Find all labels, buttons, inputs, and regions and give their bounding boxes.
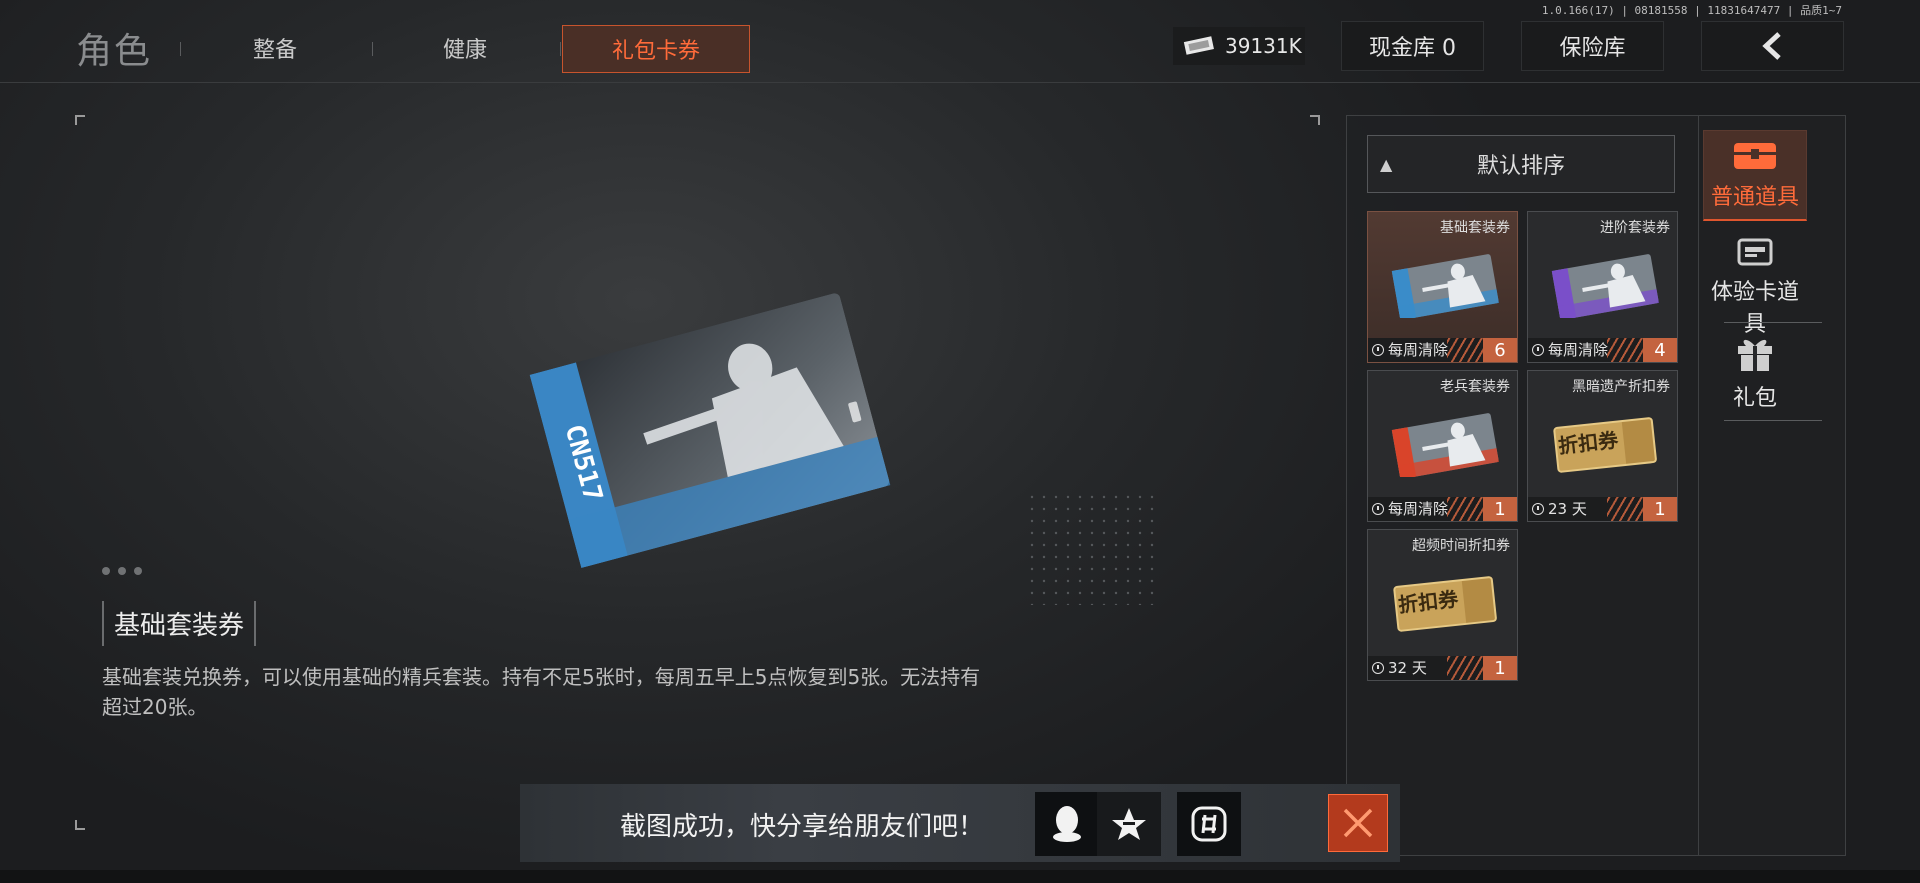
wechat-moments-icon <box>1191 806 1227 842</box>
slot-item-name: 老兵套装券 <box>1440 379 1510 395</box>
wechat-moments-share-button[interactable] <box>1177 792 1241 856</box>
category-trial-card-items[interactable]: 体验卡道具 <box>1703 232 1807 337</box>
slot-stripes <box>1607 338 1643 362</box>
back-button[interactable] <box>1701 21 1844 71</box>
currency-display: 39131K <box>1173 27 1305 65</box>
clock-icon <box>1532 502 1544 515</box>
clock-icon <box>1372 502 1384 515</box>
item-preview-card: CN517 <box>529 292 891 569</box>
slot-timer-text: 32 天 <box>1388 659 1427 677</box>
inventory-slot[interactable]: 超频时间折扣券 折扣券 32 天1 <box>1367 529 1518 681</box>
slot-stripes <box>1447 656 1483 680</box>
tab-divider <box>560 42 561 56</box>
slot-item-name: 黑暗遗产折扣券 <box>1572 379 1670 395</box>
category-gift-pack[interactable]: 礼包 <box>1703 328 1807 418</box>
slot-timer: 32 天 <box>1372 657 1427 678</box>
page-title: 角色 <box>76 31 153 72</box>
slot-timer: 每周清除 <box>1372 339 1448 360</box>
slot-stripes <box>1447 497 1483 521</box>
chest-icon <box>1734 143 1776 169</box>
slot-count-badge: 4 <box>1643 338 1677 362</box>
close-icon <box>1343 808 1373 838</box>
chevron-left-icon <box>1761 32 1781 60</box>
slot-item-name: 超频时间折扣券 <box>1412 538 1510 554</box>
qq-icon <box>1053 806 1081 842</box>
qzone-icon <box>1112 808 1146 840</box>
top-bar: 1.0.166(17) | 08181558 | 11831647477 | 品… <box>0 0 1920 83</box>
tab-equipment[interactable]: 整备 <box>253 32 297 64</box>
qq-share-button[interactable] <box>1035 792 1099 856</box>
screenshot-share-bar: 截图成功，快分享给朋友们吧！ <box>520 784 1400 862</box>
slot-count-badge: 1 <box>1643 497 1677 521</box>
frame-corner <box>75 820 85 830</box>
pagination-dots <box>102 567 142 575</box>
caret-up-icon: ▲ <box>1380 155 1393 174</box>
inventory-slot[interactable]: 基础套装券每周清除 6 <box>1367 211 1518 363</box>
version-info: 1.0.166(17) | 08181558 | 11831647477 | 品… <box>1541 4 1842 17</box>
clock-icon <box>1372 661 1384 674</box>
frame-corner <box>75 115 85 125</box>
gift-icon <box>1738 339 1772 371</box>
insurance-vault-button[interactable]: 保险库 <box>1521 21 1664 71</box>
selected-item-name: 基础套装券 <box>102 601 257 646</box>
inventory-slot[interactable]: 黑暗遗产折扣券 折扣券 23 天1 <box>1527 370 1678 522</box>
tab-divider <box>180 42 181 56</box>
share-close-button[interactable] <box>1328 794 1388 852</box>
clock-icon <box>1372 343 1384 356</box>
qzone-share-button[interactable] <box>1097 792 1161 856</box>
slot-timer-text: 每周清除 <box>1388 500 1449 518</box>
voucher-card-thumbnail <box>1391 254 1499 318</box>
decor-dot-grid <box>1030 495 1160 605</box>
slot-timer-text: 每周清除 <box>1388 341 1449 359</box>
category-divider <box>1724 322 1822 323</box>
inventory-slot[interactable]: 老兵套装券每周清除 1 <box>1367 370 1518 522</box>
category-normal-items[interactable]: 普通道具 <box>1703 130 1807 221</box>
slot-timer: 23 天 <box>1532 498 1587 519</box>
inventory-slot[interactable]: 进阶套装券每周清除 4 <box>1527 211 1678 363</box>
clock-icon <box>1532 343 1544 356</box>
category-rail <box>1698 115 1846 856</box>
tab-gift-vouchers[interactable]: 礼包卡券 <box>562 25 750 73</box>
slot-count-badge: 1 <box>1483 656 1517 680</box>
currency-value: 39131K <box>1225 34 1302 58</box>
tab-divider <box>372 42 373 56</box>
slot-count-badge: 1 <box>1483 497 1517 521</box>
slot-item-name: 基础套装券 <box>1440 220 1510 236</box>
card-icon <box>1737 238 1773 266</box>
voucher-card-thumbnail <box>1551 254 1659 318</box>
frame-corner <box>1310 115 1320 125</box>
slot-stripes <box>1447 338 1483 362</box>
voucher-card-thumbnail <box>1391 413 1499 477</box>
cash-vault-button[interactable]: 现金库 0 <box>1341 21 1484 71</box>
slot-stripes <box>1607 497 1643 521</box>
sort-dropdown[interactable]: ▲ 默认排序 <box>1367 135 1675 193</box>
slot-timer-text: 23 天 <box>1548 500 1587 518</box>
sort-label: 默认排序 <box>1476 154 1565 179</box>
slot-timer: 每周清除 <box>1532 339 1608 360</box>
selected-item-description: 基础套装兑换券，可以使用基础的精兵套装。持有不足5张时，每周五早上5点恢复到5张… <box>102 665 981 719</box>
category-label: 普通道具 <box>1710 185 1799 210</box>
category-divider <box>1724 420 1822 421</box>
slot-timer: 每周清除 <box>1372 498 1448 519</box>
tab-health[interactable]: 健康 <box>443 32 487 64</box>
share-message: 截图成功，快分享给朋友们吧！ <box>620 812 985 842</box>
slot-item-name: 进阶套装券 <box>1600 220 1670 236</box>
slot-timer-text: 每周清除 <box>1548 341 1609 359</box>
slot-count-badge: 6 <box>1483 338 1517 362</box>
banknote-icon <box>1183 36 1214 55</box>
category-label: 礼包 <box>1732 386 1777 411</box>
bottom-edge <box>0 870 1920 883</box>
